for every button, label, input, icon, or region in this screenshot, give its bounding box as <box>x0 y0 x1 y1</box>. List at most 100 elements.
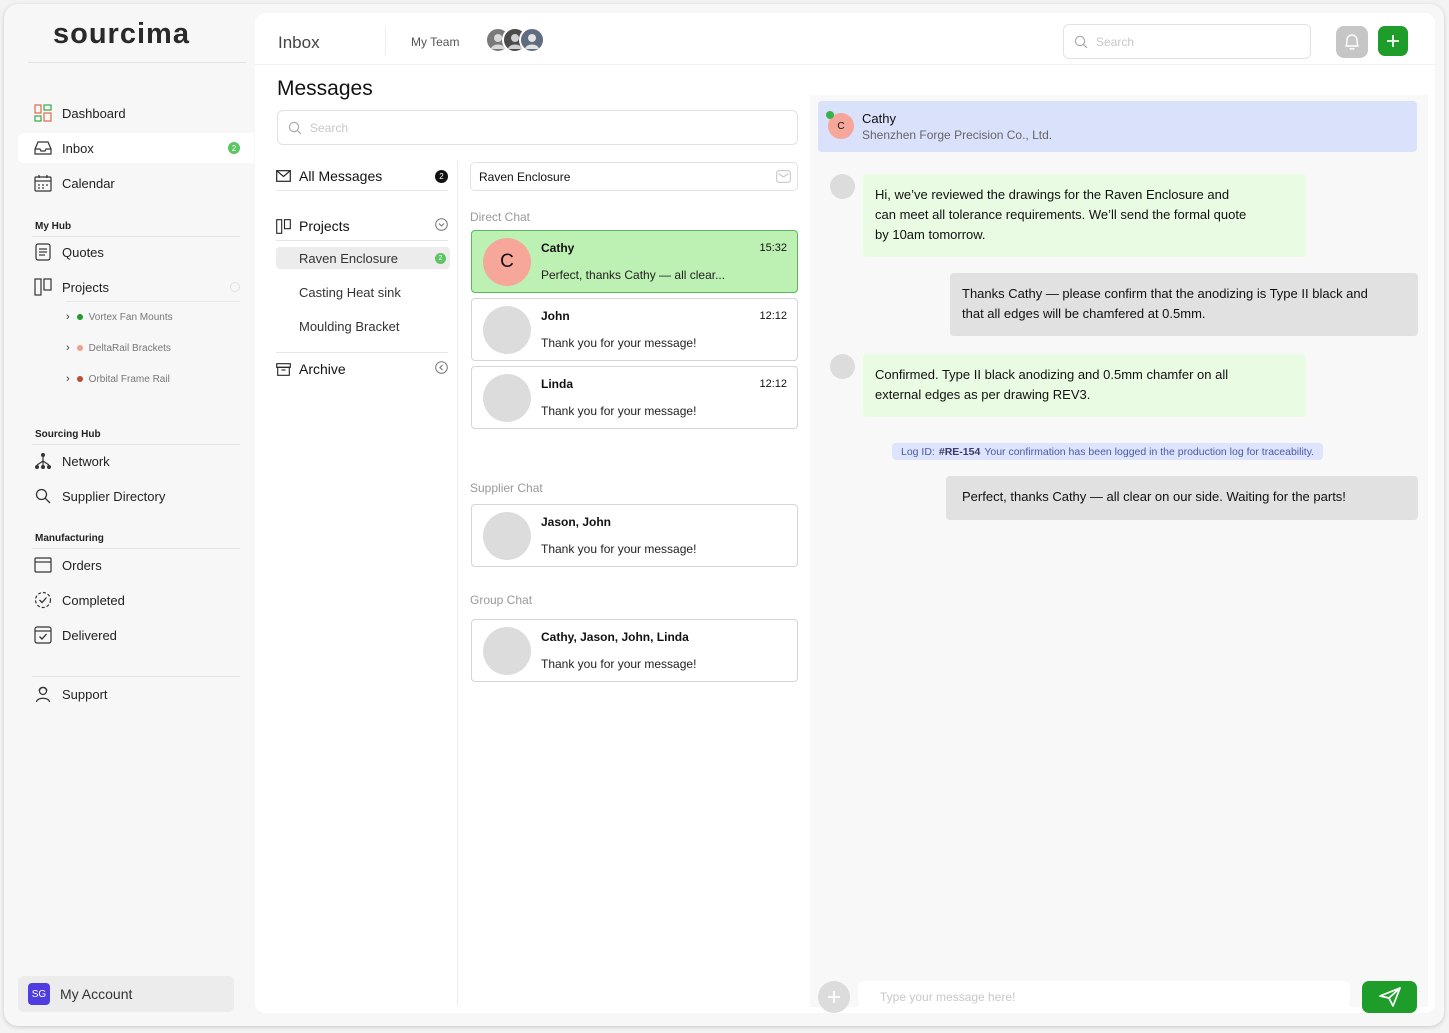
plus-icon <box>827 990 841 1004</box>
notifications-button[interactable] <box>1336 26 1368 58</box>
project-casting-heat-sink[interactable]: Casting Heat sink <box>276 281 450 303</box>
topbar: Inbox My Team <box>255 13 1435 65</box>
attach-button[interactable] <box>818 981 850 1013</box>
folder-label: Archive <box>299 361 346 377</box>
log-prefix: Log ID: <box>901 445 935 458</box>
sidebar-item-supplier-directory[interactable]: Supplier Directory <box>18 481 254 511</box>
count-badge: 2 <box>435 169 448 183</box>
sidebar-item-support[interactable]: Support <box>18 679 254 709</box>
message-line: external edges as per drawing REV3. <box>875 387 1091 402</box>
orders-icon <box>34 556 52 574</box>
status-dot <box>76 376 83 382</box>
team-avatars[interactable] <box>485 27 545 53</box>
archive-icon <box>276 362 292 376</box>
search-icon <box>288 121 302 135</box>
conversation-card[interactable]: Jason, John Thank you for your message! <box>471 504 798 567</box>
conversation-card[interactable]: Cathy, Jason, John, Linda Thank you for … <box>471 619 798 682</box>
project-item-vortex[interactable]: › Vortex Fan Mounts <box>66 309 173 325</box>
sidebar-item-label: Orders <box>62 557 102 573</box>
global-search[interactable] <box>1063 24 1311 59</box>
contact-name: John <box>541 309 570 323</box>
unread-badge: 2 <box>435 252 446 264</box>
chevron-right-icon: › <box>66 373 70 385</box>
message-time: 12:12 <box>759 378 787 390</box>
sidebar-item-completed[interactable]: Completed <box>18 585 254 615</box>
online-indicator <box>826 111 834 119</box>
search-icon <box>34 487 52 505</box>
search-input[interactable] <box>1096 34 1251 49</box>
sidebar-item-quotes[interactable]: Quotes <box>18 237 254 267</box>
selected-project-header: Raven Enclosure <box>470 162 798 191</box>
message-preview: Perfect, thanks Cathy — all clear... <box>541 268 726 282</box>
divider <box>28 62 246 63</box>
chevron-down-icon[interactable] <box>435 218 448 234</box>
sidebar-item-dashboard[interactable]: Dashboard <box>18 98 254 128</box>
folder-label: All Messages <box>299 168 383 184</box>
sidebar-item-orders[interactable]: Orders <box>18 550 254 580</box>
sidebar-item-inbox[interactable]: Inbox 2 <box>18 133 254 163</box>
message-time: 15:32 <box>759 242 787 254</box>
folder-all-messages[interactable]: All Messages 2 <box>276 164 448 188</box>
message-composer[interactable] <box>858 981 1350 1013</box>
folder-projects[interactable]: Projects <box>276 214 448 238</box>
avatar <box>483 627 531 675</box>
add-button[interactable] <box>1378 26 1408 56</box>
project-label: Orbital Frame Rail <box>88 373 170 385</box>
divider <box>32 548 240 549</box>
avatar <box>830 354 855 379</box>
sidebar-item-projects[interactable]: Projects <box>18 272 254 302</box>
project-item-deltarail[interactable]: › DeltaRail Brackets <box>66 340 171 356</box>
quotes-icon <box>34 243 52 261</box>
status-dot <box>76 345 83 351</box>
log-notice: Log ID: #RE-154 Your confirmation has be… <box>892 443 1324 460</box>
divider <box>385 27 386 55</box>
section-label-manufacturing: Manufacturing <box>35 533 104 544</box>
avatar: SG <box>28 983 50 1005</box>
avatar: C <box>483 238 531 286</box>
message-preview: Thank you for your message! <box>541 542 697 556</box>
contact-name: Cathy <box>862 111 896 126</box>
project-item-orbital[interactable]: › Orbital Frame Rail <box>66 371 170 387</box>
project-moulding-bracket[interactable]: Moulding Bracket <box>276 315 450 337</box>
avatar <box>483 306 531 354</box>
message-preview: Thank you for your message! <box>541 657 697 671</box>
contact-name: Cathy <box>541 241 575 255</box>
sidebar-item-calendar[interactable]: Calendar <box>18 168 254 198</box>
envelope-icon[interactable] <box>776 170 791 186</box>
avatar <box>483 512 531 560</box>
sidebar-item-label: Dashboard <box>62 105 126 121</box>
conversation-card[interactable]: C Cathy 15:32 Perfect, thanks Cathy — al… <box>471 230 798 293</box>
search-input[interactable] <box>310 120 465 135</box>
sidebar-item-delivered[interactable]: Delivered <box>18 620 254 650</box>
folder-archive[interactable]: Archive <box>276 357 448 381</box>
project-label: DeltaRail Brackets <box>88 342 171 354</box>
avatar <box>519 27 545 53</box>
divider <box>276 352 448 353</box>
sidebar-item-label: Support <box>62 686 108 702</box>
my-team-link[interactable]: My Team <box>411 35 459 49</box>
contact-company: Shenzhen Forge Precision Co., Ltd. <box>862 128 1053 142</box>
project-raven-enclosure[interactable]: Raven Enclosure 2 <box>276 247 450 269</box>
message-bubble-outgoing: Thanks Cathy — please confirm that the a… <box>950 273 1418 336</box>
conversation-card[interactable]: John 12:12 Thank you for your message! <box>471 298 798 361</box>
collapse-toggle[interactable] <box>230 282 240 292</box>
my-account-button[interactable]: SG My Account <box>18 976 234 1012</box>
sidebar-item-label: Inbox <box>62 140 94 156</box>
send-button[interactable] <box>1362 981 1417 1013</box>
projects-icon <box>34 278 52 296</box>
project-label: Vortex Fan Mounts <box>88 311 173 323</box>
conversation-card[interactable]: Linda 12:12 Thank you for your message! <box>471 366 798 429</box>
folder-label: Projects <box>299 218 350 234</box>
message-line: Confirmed. Type II black anodizing and 0… <box>875 367 1229 382</box>
messages-search[interactable] <box>277 110 798 145</box>
message-time: 12:12 <box>759 310 787 322</box>
chevron-left-icon[interactable] <box>435 361 448 377</box>
app-window: sourcima Dashboard Inbox 2 Calendar My H… <box>4 4 1444 1026</box>
message-input[interactable] <box>880 990 1350 1004</box>
message-bubble-incoming: Confirmed. Type II black anodizing and 0… <box>863 354 1306 417</box>
group-label-direct: Direct Chat <box>470 210 531 224</box>
sidebar-item-network[interactable]: Network <box>18 446 254 476</box>
sidebar-item-label: Quotes <box>62 244 104 260</box>
group-label-group: Group Chat <box>470 593 533 607</box>
message-line: Perfect, thanks Cathy — all clear on our… <box>962 489 1346 504</box>
